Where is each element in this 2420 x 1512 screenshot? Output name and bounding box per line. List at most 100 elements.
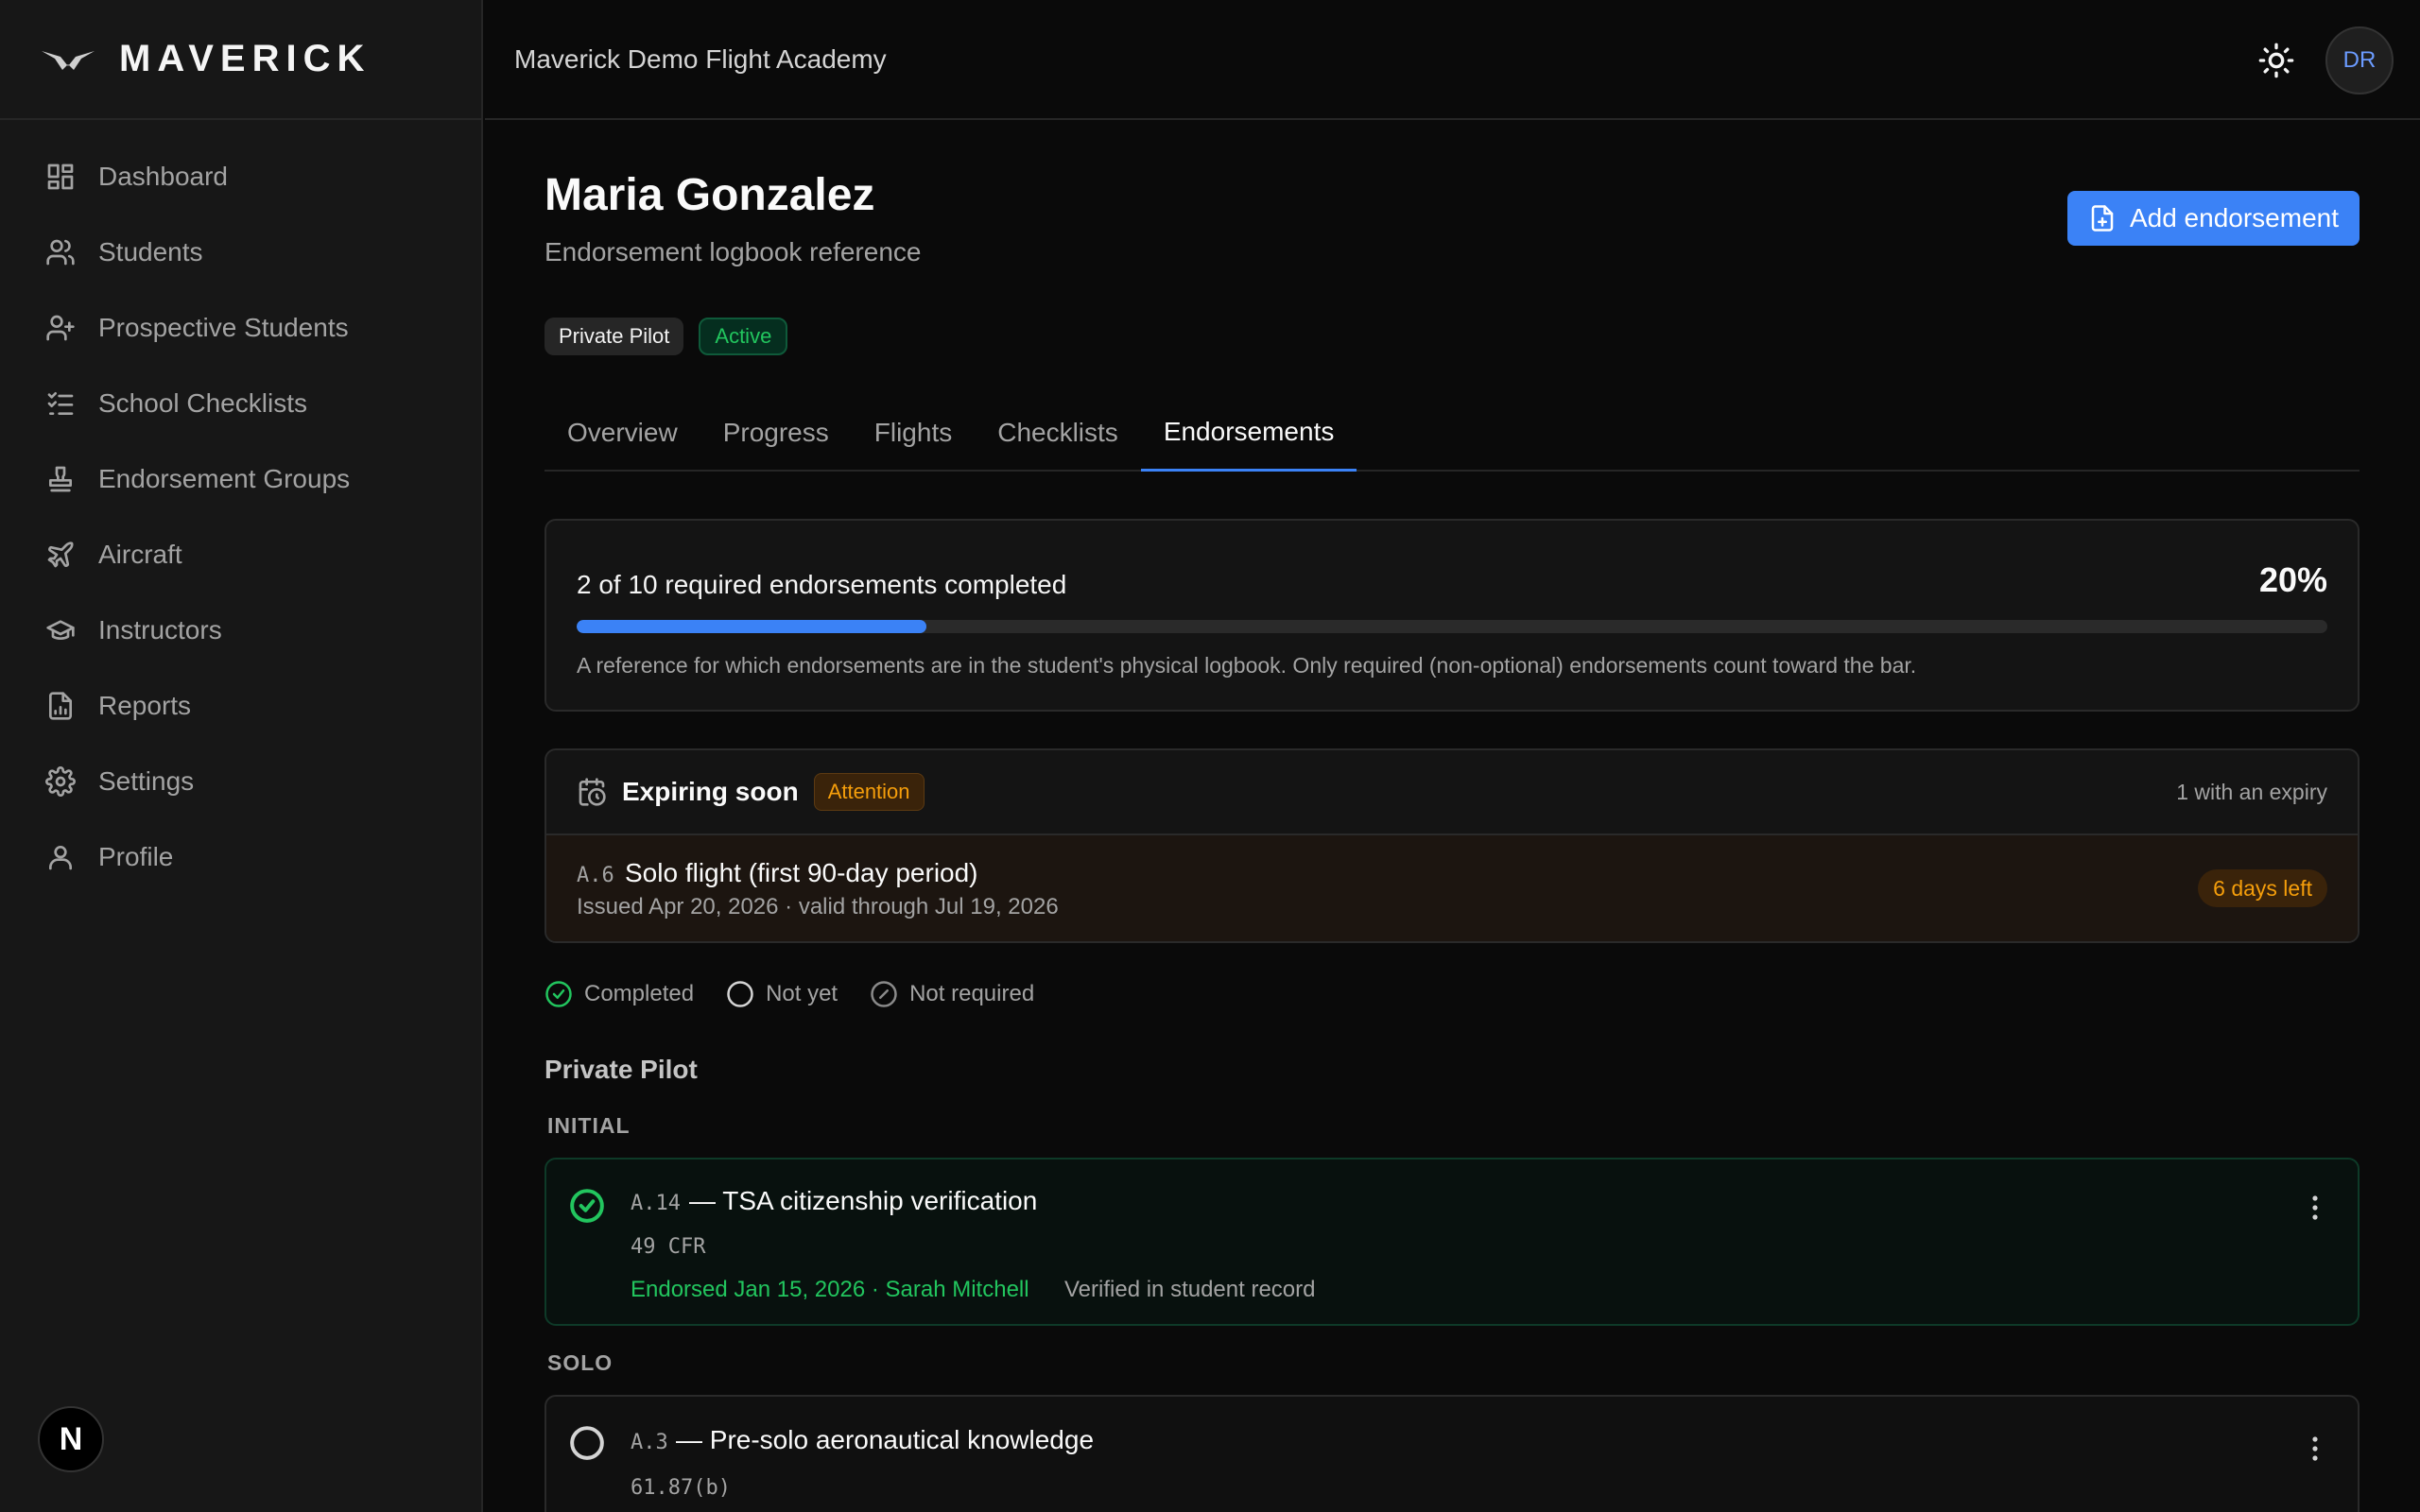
sidebar-item-profile[interactable]: Profile bbox=[0, 819, 481, 895]
sidebar-item-instructors[interactable]: Instructors bbox=[0, 593, 481, 668]
top-header: Maverick Demo Flight Academy DR bbox=[485, 0, 2420, 120]
completed-status[interactable] bbox=[569, 1188, 605, 1224]
progress-label: 2 of 10 required endorsements completed bbox=[577, 570, 1067, 599]
calendar-clock-icon bbox=[579, 778, 606, 806]
dashboard-icon bbox=[47, 163, 74, 190]
expiring-item[interactable]: A.6 Solo flight (first 90-day period) Is… bbox=[546, 835, 2358, 941]
checklist-icon bbox=[47, 392, 74, 415]
brand-name: MAVERICK bbox=[119, 38, 372, 79]
theme-toggle-button[interactable] bbox=[2257, 42, 2295, 79]
sidebar-item-label: Endorsement Groups bbox=[98, 464, 351, 493]
endorsement-validity: Issued Apr 20, 2026 · valid through Jul … bbox=[577, 894, 1059, 919]
sidebar-item-label: Aircraft bbox=[98, 540, 182, 569]
tab-overview[interactable]: Overview bbox=[544, 404, 700, 472]
sidebar-item-label: Students bbox=[98, 237, 203, 266]
status-chips: Private Pilot Active bbox=[544, 318, 788, 355]
slash-circle-icon bbox=[871, 981, 897, 1007]
progress-percent: 20% bbox=[2258, 560, 2327, 599]
endorsed-info: Endorsed Jan 15, 2026 · Sarah Mitchell bbox=[631, 1277, 1029, 1302]
endorsement-card[interactable]: A.3 — Pre-solo aeronautical knowledge 61… bbox=[544, 1395, 2360, 1512]
gear-icon bbox=[45, 766, 76, 797]
tab-endorsements[interactable]: Endorsements bbox=[1140, 404, 1357, 472]
empty-circle-icon bbox=[727, 981, 753, 1007]
sidebar-item-settings[interactable]: Settings bbox=[0, 744, 481, 819]
academy-name: Maverick Demo Flight Academy bbox=[514, 43, 887, 74]
page-subtitle: Endorsement logbook reference bbox=[544, 237, 922, 266]
expiring-title: Expiring soon bbox=[622, 777, 799, 806]
endorsement-card[interactable]: A.14 — TSA citizenship verification 49 C… bbox=[544, 1158, 2360, 1326]
expiring-count: 1 with an expiry bbox=[2176, 779, 2327, 804]
graduation-cap-icon bbox=[46, 620, 75, 640]
user-plus-icon bbox=[46, 315, 75, 341]
tab-flights[interactable]: Flights bbox=[852, 404, 975, 472]
legend-not-required: Not required bbox=[870, 980, 1034, 1008]
legend-not-required-label: Not required bbox=[909, 981, 1035, 1006]
sidebar-item-prospective-students[interactable]: Prospective Students bbox=[0, 290, 481, 366]
page-title: Maria Gonzalez bbox=[544, 170, 875, 220]
expiring-header: Expiring soon Attention 1 with an expiry bbox=[546, 750, 2358, 835]
sidebar-nav: Dashboard Students Prospective Students … bbox=[0, 120, 481, 895]
legend-not-yet: Not yet bbox=[726, 980, 838, 1008]
sidebar-item-label: Profile bbox=[98, 842, 174, 871]
progress-note: A reference for which endorsements are i… bbox=[577, 653, 1917, 678]
add-endorsement-button[interactable]: Add endorsement bbox=[2066, 191, 2360, 246]
sidebar: MAVERICK Dashboard Students Prospective … bbox=[0, 0, 483, 1512]
progress-bar bbox=[577, 620, 2327, 633]
legend-completed-label: Completed bbox=[584, 981, 695, 1006]
stamp-icon bbox=[49, 466, 72, 492]
sidebar-item-label: Dashboard bbox=[98, 162, 228, 191]
sidebar-item-school-checklists[interactable]: School Checklists bbox=[0, 366, 481, 441]
check-circle-icon bbox=[570, 1189, 604, 1223]
endorsement-code: A.6 bbox=[577, 864, 614, 887]
sidebar-item-endorsement-groups[interactable]: Endorsement Groups bbox=[0, 441, 481, 517]
legend-not-yet-label: Not yet bbox=[766, 981, 838, 1006]
sidebar-item-students[interactable]: Students bbox=[0, 215, 481, 290]
sidebar-item-label: Reports bbox=[98, 691, 192, 720]
endorsement-name: Solo flight (first 90-day period) bbox=[625, 858, 978, 887]
sidebar-item-label: Instructors bbox=[98, 615, 222, 644]
program-badge: Private Pilot bbox=[544, 318, 684, 355]
sidebar-item-aircraft[interactable]: Aircraft bbox=[0, 517, 481, 593]
check-circle-icon bbox=[545, 981, 572, 1007]
report-icon bbox=[49, 692, 72, 720]
sidebar-item-label: Prospective Students bbox=[98, 313, 349, 342]
expiring-soon-card: Expiring soon Attention 1 with an expiry… bbox=[544, 748, 2360, 943]
kebab-icon bbox=[2312, 1195, 2318, 1220]
empty-circle-icon bbox=[570, 1426, 604, 1460]
tab-checklists[interactable]: Checklists bbox=[975, 404, 1141, 472]
brand[interactable]: MAVERICK bbox=[0, 0, 481, 120]
more-options-button[interactable] bbox=[2310, 1435, 2320, 1463]
tab-progress[interactable]: Progress bbox=[700, 404, 852, 472]
endorsement-regulation: 61.87(b) bbox=[631, 1476, 731, 1500]
avatar[interactable]: DR bbox=[2325, 26, 2394, 94]
sidebar-item-label: School Checklists bbox=[98, 388, 307, 418]
plane-icon bbox=[47, 541, 74, 568]
progress-card: 2 of 10 required endorsements completed … bbox=[544, 519, 2360, 712]
kebab-icon bbox=[2312, 1436, 2318, 1461]
more-options-button[interactable] bbox=[2310, 1194, 2320, 1222]
endorsement-name-row: — TSA citizenship verification bbox=[631, 1186, 1037, 1216]
endorsement-name: — Pre-solo aeronautical knowledge bbox=[676, 1425, 1095, 1454]
sidebar-item-reports[interactable]: Reports bbox=[0, 668, 481, 744]
sidebar-item-label: Settings bbox=[98, 766, 195, 796]
user-icon bbox=[49, 846, 72, 870]
status-badge: Active bbox=[699, 318, 788, 355]
progress-bar-fill bbox=[577, 620, 927, 633]
legend-completed: Completed bbox=[544, 980, 694, 1008]
days-left-badge: 6 days left bbox=[2198, 869, 2327, 907]
file-plus-icon bbox=[2091, 205, 2114, 232]
tab-bar: Overview Progress Flights Checklists End… bbox=[544, 404, 2360, 472]
sidebar-item-dashboard[interactable]: Dashboard bbox=[0, 139, 481, 215]
maverick-logo-icon bbox=[42, 50, 95, 70]
add-endorsement-label: Add endorsement bbox=[2129, 203, 2339, 232]
section-title: Private Pilot bbox=[544, 1055, 698, 1084]
endorsement-name: — TSA citizenship verification bbox=[689, 1186, 1038, 1215]
dev-tools-badge[interactable]: N bbox=[38, 1406, 104, 1472]
status-legend: Completed Not yet Not required bbox=[544, 980, 1034, 1008]
not-yet-status[interactable] bbox=[569, 1425, 605, 1461]
verified-info: Verified in student record bbox=[1064, 1277, 1316, 1302]
sun-icon bbox=[2258, 43, 2294, 78]
group-label-solo: SOLO bbox=[547, 1350, 614, 1375]
endorsement-regulation: 49 CFR bbox=[631, 1235, 706, 1259]
group-label-initial: INITIAL bbox=[547, 1113, 631, 1138]
